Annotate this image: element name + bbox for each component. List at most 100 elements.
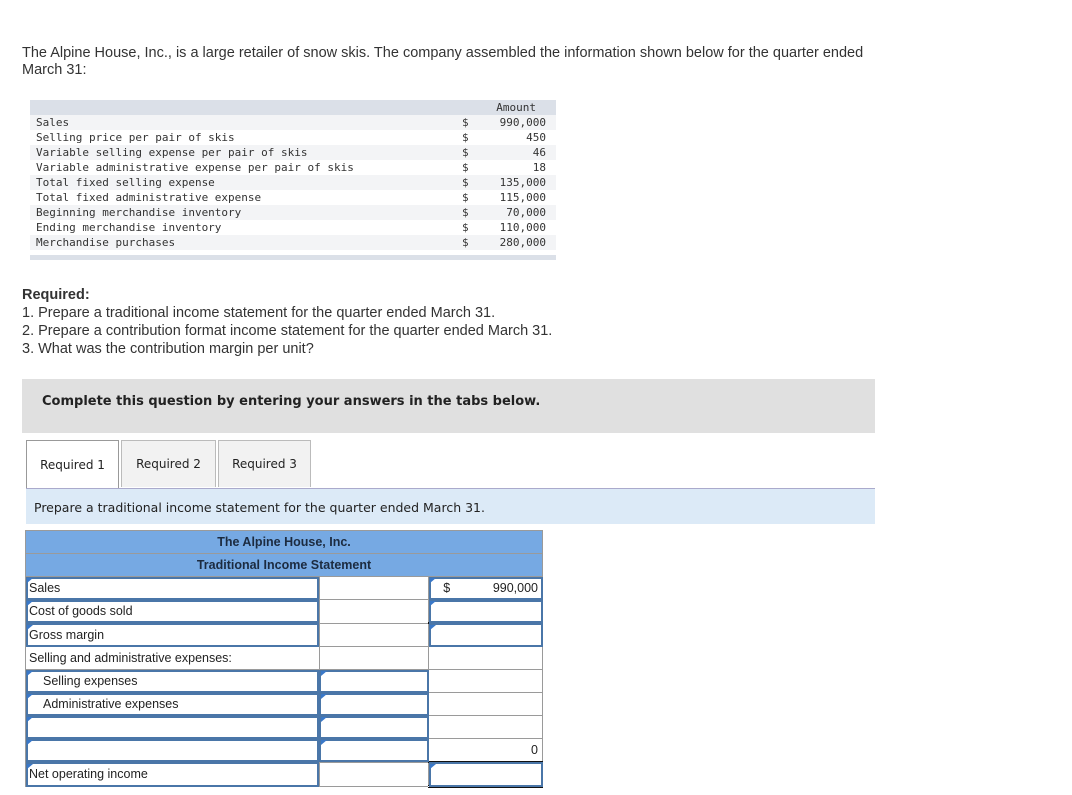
given-row: Total fixed selling expense $135,000: [30, 175, 556, 190]
given-amount: 70,000: [506, 206, 546, 219]
problem-intro: The Alpine House, Inc., is a large retai…: [22, 45, 962, 79]
given-label: Beginning merchandise inventory: [36, 206, 242, 219]
intro-line-2: March 31:: [22, 62, 87, 78]
statement-row-administrative: Administrative expenses: [25, 692, 543, 716]
label-dropdown[interactable]: Gross margin: [25, 622, 320, 647]
amount-cell: [318, 646, 430, 670]
amount-cell: [318, 599, 430, 624]
given-amount: 990,000: [499, 116, 546, 129]
given-row: Variable administrative expense per pair…: [30, 160, 556, 175]
total-cell: [428, 715, 543, 739]
given-amount: 18: [532, 161, 546, 174]
label-dropdown[interactable]: [25, 715, 320, 739]
label-dropdown[interactable]: Selling expenses: [25, 669, 320, 693]
amount-cell: [318, 622, 430, 647]
statement-company-row: The Alpine House, Inc.: [25, 530, 543, 554]
total-input[interactable]: $990,000: [428, 576, 543, 600]
statement-row-sa-header: Selling and administrative expenses:: [25, 646, 543, 670]
given-row: Selling price per pair of skis $450: [30, 130, 556, 145]
label-dropdown[interactable]: Cost of goods sold: [25, 599, 320, 624]
amount-input[interactable]: [318, 669, 430, 693]
income-statement-table: The Alpine House, Inc. Traditional Incom…: [25, 530, 543, 788]
given-amount: 46: [532, 146, 546, 159]
given-row: Variable selling expense per pair of ski…: [30, 145, 556, 160]
given-footer: [30, 255, 556, 260]
required-item-1: 1. Prepare a traditional income statemen…: [22, 305, 496, 321]
statement-row-blank: 0: [25, 738, 543, 763]
banner-text: Complete this question by entering your …: [42, 394, 541, 409]
tab-required-1[interactable]: Required 1: [26, 440, 119, 489]
statement-row-selling: Selling expenses: [25, 669, 543, 693]
given-amount: 135,000: [499, 176, 546, 189]
required-item-2: 2. Prepare a contribution format income …: [22, 323, 553, 339]
label-dropdown[interactable]: Sales: [25, 576, 320, 600]
amount-cell: [318, 761, 430, 787]
given-row: Merchandise purchases $280,000: [30, 235, 556, 250]
statement-title: Traditional Income Statement: [25, 553, 543, 577]
dollar-sign: $: [462, 191, 469, 204]
amount-input[interactable]: [318, 715, 430, 739]
intro-line-1: The Alpine House, Inc., is a large retai…: [22, 45, 864, 61]
tab-prompt: Prepare a traditional income statement f…: [26, 488, 875, 524]
label-dropdown[interactable]: [25, 738, 320, 763]
tab-bar: Required 1 Required 2 Required 3: [26, 440, 313, 489]
given-amount: 280,000: [499, 236, 546, 249]
amount-input[interactable]: [318, 738, 430, 763]
given-label: Sales: [36, 116, 70, 129]
given-row: Beginning merchandise inventory $70,000: [30, 205, 556, 220]
statement-title-row: Traditional Income Statement: [25, 553, 543, 577]
required-title: Required:: [22, 287, 90, 303]
total-input[interactable]: [428, 622, 543, 647]
given-row: Total fixed administrative expense $115,0…: [30, 190, 556, 205]
tab-required-2[interactable]: Required 2: [121, 440, 216, 487]
statement-company: The Alpine House, Inc.: [25, 530, 543, 554]
dollar-sign: $: [462, 206, 469, 219]
given-header: Amount: [30, 100, 556, 115]
amount-input[interactable]: [318, 692, 430, 716]
given-label: Ending merchandise inventory: [36, 221, 222, 234]
given-amount: 450: [526, 131, 546, 144]
tab-required-3[interactable]: Required 3: [218, 440, 311, 487]
given-label: Merchandise purchases: [36, 236, 176, 249]
given-amount: 115,000: [499, 191, 546, 204]
given-row: Sales $990,000: [30, 115, 556, 130]
required-section: Required: 1. Prepare a traditional incom…: [22, 286, 552, 358]
dollar-sign: $: [443, 581, 451, 595]
total-value: 990,000: [492, 581, 538, 595]
dollar-sign: $: [462, 116, 469, 129]
statement-row-cogs: Cost of goods sold: [25, 599, 543, 624]
given-label: Total fixed selling expense: [36, 176, 215, 189]
total-cell: [428, 646, 543, 670]
dollar-sign: $: [462, 221, 469, 234]
given-amount: 110,000: [499, 221, 546, 234]
given-label: Variable selling expense per pair of ski…: [36, 146, 308, 159]
given-label: Total fixed administrative expense: [36, 191, 262, 204]
instructions-banner: Complete this question by entering your …: [22, 379, 875, 433]
dollar-sign: $: [462, 131, 469, 144]
total-input[interactable]: [428, 599, 543, 624]
total-cell: [428, 669, 543, 693]
total-value: 0: [428, 738, 543, 763]
dollar-sign: $: [462, 146, 469, 159]
dollar-sign: $: [462, 161, 469, 174]
given-data-table: Amount Sales $990,000 Selling price per p…: [30, 100, 556, 260]
given-rows: Sales $990,000 Selling price per pair of …: [30, 115, 556, 250]
given-label: Selling price per pair of skis: [36, 131, 235, 144]
label-dropdown[interactable]: Administrative expenses: [25, 692, 320, 716]
statement-row-net-income: Net operating income: [25, 761, 543, 788]
total-input[interactable]: [428, 761, 543, 788]
given-row: Ending merchandise inventory $110,000: [30, 220, 556, 235]
label-dropdown[interactable]: Net operating income: [25, 761, 320, 787]
dollar-sign: $: [462, 236, 469, 249]
total-cell: [428, 692, 543, 716]
statement-row-blank: [25, 715, 543, 739]
dollar-sign: $: [462, 176, 469, 189]
amount-header: Amount: [496, 101, 536, 114]
required-item-3: 3. What was the contribution margin per …: [22, 341, 314, 357]
given-label: Variable administrative expense per pair…: [36, 161, 354, 174]
statement-row-sales: Sales $990,000: [25, 576, 543, 600]
statement-row-gross-margin: Gross margin: [25, 622, 543, 647]
prompt-text: Prepare a traditional income statement f…: [34, 500, 485, 515]
section-label: Selling and administrative expenses:: [25, 646, 320, 670]
amount-cell: [318, 576, 430, 600]
